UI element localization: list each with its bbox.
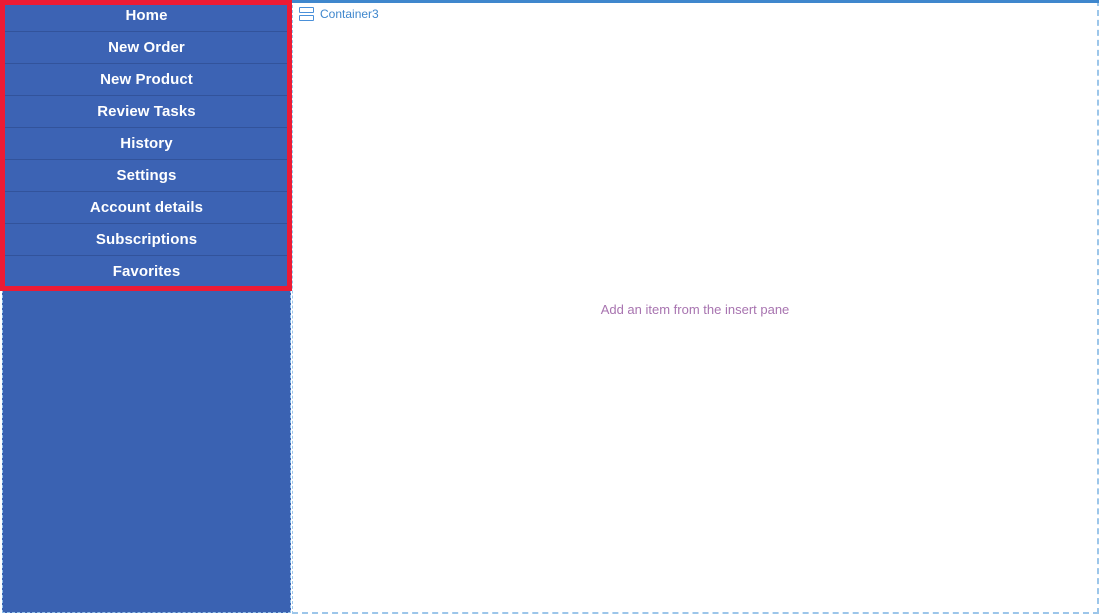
sidebar-item-new-product[interactable]: New Product: [3, 64, 290, 96]
sidebar-item-history[interactable]: History: [3, 128, 290, 160]
container-label: Container3: [320, 7, 379, 21]
sidebar-item-label: New Product: [100, 71, 193, 88]
stacked-container-icon-top-bar: [299, 7, 314, 13]
container-header[interactable]: Container3: [299, 7, 379, 22]
app-canvas: Home New Order New Product Review Tasks …: [0, 0, 1099, 616]
sidebar-item-label: Review Tasks: [97, 103, 196, 120]
sidebar-item-label: Account details: [89, 199, 204, 216]
stacked-container-icon-bottom-bar: [299, 15, 314, 21]
sidebar-item-new-order[interactable]: New Order: [3, 32, 290, 64]
sidebar-item-label: Home: [125, 7, 168, 24]
sidebar-item-label: History: [120, 135, 173, 152]
sidebar-item-settings[interactable]: Settings: [3, 160, 290, 192]
sidebar-item-label: Settings: [116, 167, 177, 184]
sidebar-item-label: New Order: [108, 39, 185, 56]
stacked-container-icon: [299, 7, 314, 22]
content-panel-top-rule: [292, 0, 1099, 3]
sidebar-item-label: Subscriptions: [95, 231, 198, 248]
sidebar-item-subscriptions[interactable]: Subscriptions: [3, 224, 290, 256]
sidebar-item-home[interactable]: Home: [3, 0, 290, 32]
sidebar-item-account-details[interactable]: Account details: [3, 192, 290, 224]
empty-state-message: Add an item from the insert pane: [600, 301, 790, 317]
empty-state: Add an item from the insert pane: [293, 0, 1097, 612]
sidebar-item-label: Favorites: [112, 263, 181, 280]
navigation-item-list: Home New Order New Product Review Tasks …: [3, 0, 290, 288]
content-container-panel[interactable]: Container3 Add an item from the insert p…: [292, 0, 1099, 614]
sidebar-item-review-tasks[interactable]: Review Tasks: [3, 96, 290, 128]
sidebar-item-favorites[interactable]: Favorites: [3, 256, 290, 288]
navigation-gallery[interactable]: Home New Order New Product Review Tasks …: [2, 0, 291, 613]
